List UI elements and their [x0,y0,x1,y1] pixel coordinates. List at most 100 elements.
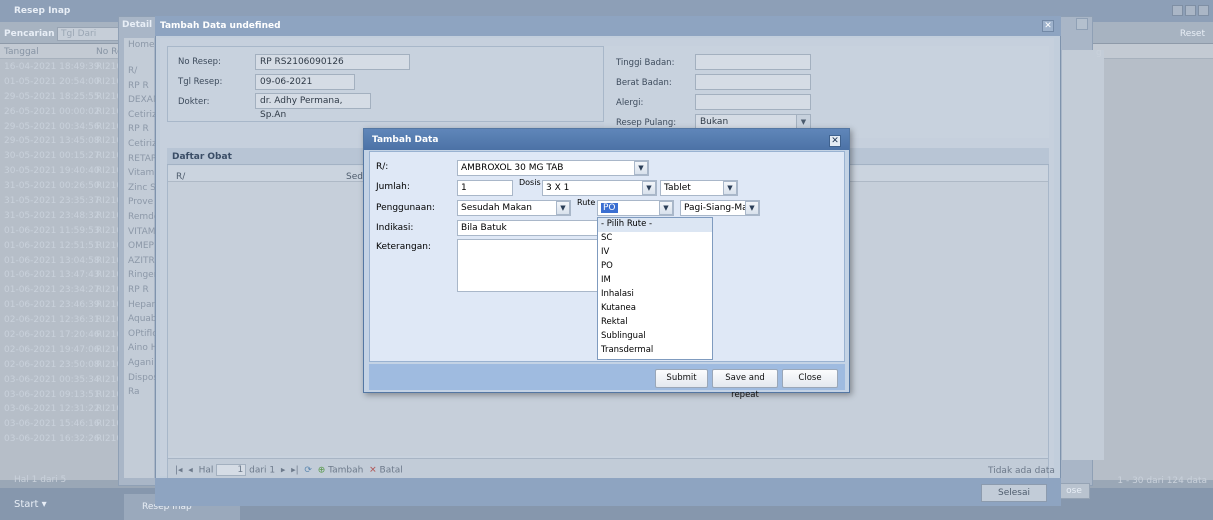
page-number-input[interactable]: 1 [216,464,247,476]
detail-list-item[interactable]: Aino H [128,343,158,353]
first-page-icon[interactable]: |◂ [175,466,183,476]
penggunaan-select[interactable]: Sesudah Makan [457,200,571,216]
table-row[interactable]: 01-06-2021 11:59:53RI210 [0,224,122,239]
selesai-button[interactable]: Selesai [981,484,1047,502]
batal-button[interactable]: ✕ Batal [369,466,403,476]
table-row[interactable]: 02-06-2021 19:47:06RI210 [0,343,122,358]
close-button[interactable]: Close [782,369,838,388]
detail-list-item[interactable]: Ra [128,387,140,397]
table-row[interactable]: 02-06-2021 12:36:31RI210 [0,313,122,328]
chevron-down-icon[interactable]: ▼ [642,181,656,195]
minimize-icon[interactable] [1172,5,1183,16]
tambah-data-footer [155,478,1061,506]
keterangan-textarea[interactable] [457,239,599,292]
table-row[interactable]: 01-06-2021 12:51:51RI210 [0,239,122,254]
penggunaan-label: Penggunaan: [376,203,435,213]
berat-badan-label: Berat Badan: [616,78,672,88]
tinggi-badan-field[interactable] [695,54,811,70]
table-row[interactable]: 01-06-2021 23:34:27RI210 [0,283,122,298]
start-button[interactable]: Start ▾ [10,496,72,514]
rute-option[interactable]: SC [598,232,712,246]
table-row[interactable]: 01-05-2021 20:54:00RI210 [0,75,122,90]
rute-option[interactable]: IV [598,246,712,260]
rute-option[interactable]: PO [598,260,712,274]
detail-list-item[interactable]: VITAMI [128,227,158,237]
table-row[interactable]: 02-06-2021 17:20:46RI210 [0,328,122,343]
rute-label: Rute [577,198,596,207]
detail-list-item[interactable]: RP R [128,81,149,91]
table-row[interactable]: 26-05-2021 00:00:02RI210 [0,105,122,120]
detail-list-item[interactable]: Ringer [128,270,157,280]
save-and-repeat-button[interactable]: Save and repeat [712,369,778,400]
last-page-icon[interactable]: ▸| [291,466,299,476]
reset-button[interactable]: Reset [1180,29,1205,39]
column-r[interactable]: R/ [176,172,185,182]
detail-tab-home[interactable]: Home [128,40,155,50]
rute-option[interactable]: Inhalasi [598,288,712,302]
detail-list-item[interactable]: OMEP [128,241,154,251]
chevron-down-icon[interactable]: ▼ [659,201,673,215]
table-row[interactable]: 03-06-2021 16:32:26RI210 [0,432,122,447]
alergi-field[interactable] [695,94,811,110]
close-icon[interactable] [1198,5,1209,16]
detail-list-item[interactable]: RP R [128,285,149,295]
detail-close-icon[interactable] [1076,18,1088,30]
refresh-icon[interactable]: ⟳ [304,466,312,476]
detail-list-item[interactable]: Cetiriz [128,110,157,120]
jumlah-label: Jumlah: [376,182,410,192]
rute-option[interactable]: IM [598,274,712,288]
rute-option[interactable]: Sublingual [598,330,712,344]
rute-option[interactable]: Rektal [598,316,712,330]
detail-list-item[interactable]: R/ [128,66,137,76]
table-row[interactable]: 02-06-2021 23:50:08RI210 [0,358,122,373]
detail-list-item[interactable]: Cetiriz [128,139,157,149]
table-row[interactable]: 30-05-2021 00:15:27RI210 [0,149,122,164]
delete-icon: ✕ [369,465,377,476]
chevron-down-icon[interactable]: ▼ [796,115,810,129]
dosis-select[interactable]: 3 X 1 [542,180,657,196]
table-row[interactable]: 31-05-2021 23:48:32RI210 [0,209,122,224]
resep-pulang-value: Bukan [700,117,729,127]
maximize-icon[interactable] [1185,5,1196,16]
chevron-down-icon[interactable]: ▼ [745,201,759,215]
detail-list-item[interactable]: Dispos [128,373,158,383]
table-row[interactable]: 01-06-2021 23:46:39RI210 [0,298,122,313]
tambah-button[interactable]: ⊕ Tambah [318,466,364,476]
modal-close-icon[interactable]: ✕ [829,135,841,147]
table-row[interactable]: 31-05-2021 23:35:37RI210 [0,194,122,209]
r-select[interactable]: AMBROXOL 30 MG TAB [457,160,649,176]
table-row[interactable]: 03-06-2021 12:31:22RI210 [0,402,122,417]
rute-option[interactable]: - Pilih Rute - [598,218,712,232]
dokter-field[interactable]: dr. Adhy Permana, Sp.An [255,93,371,120]
table-row[interactable]: 03-06-2021 00:35:34RI210 [0,373,122,388]
indikasi-input[interactable]: Bila Batuk [457,220,599,236]
table-row[interactable]: 29-05-2021 00:34:56RI210 [0,120,122,135]
window-close-icon[interactable]: ✕ [1042,20,1054,32]
jumlah-input[interactable]: 1 [457,180,513,196]
submit-button[interactable]: Submit [655,369,708,388]
detail-close-button[interactable]: ose [1058,483,1090,499]
chevron-down-icon[interactable]: ▼ [634,161,648,175]
detail-list-item[interactable]: OPtiflo [128,329,158,339]
no-resep-field[interactable]: RP RS2106090126 [255,54,410,70]
rute-option[interactable]: Kutanea [598,302,712,316]
table-row[interactable]: 01-06-2021 13:47:43RI210 [0,268,122,283]
table-row[interactable]: 16-04-2021 18:49:39RI210 [0,60,122,75]
chevron-down-icon[interactable]: ▼ [723,181,737,195]
table-row[interactable]: 29-05-2021 18:25:55RI210 [0,90,122,105]
prev-page-icon[interactable]: ◂ [188,466,193,476]
table-row[interactable]: 31-05-2021 00:26:50RI210 [0,179,122,194]
table-row[interactable]: 01-06-2021 13:04:58RI210 [0,254,122,269]
berat-badan-field[interactable] [695,74,811,90]
chevron-down-icon[interactable]: ▼ [556,201,570,215]
rute-option[interactable]: Transdermal [598,344,712,358]
table-row[interactable]: 03-06-2021 09:13:51RI210 [0,388,122,403]
detail-list-item[interactable]: RETAP [128,154,156,164]
tgl-resep-field[interactable]: 09-06-2021 [255,74,355,90]
table-row[interactable]: 30-05-2021 19:40:40RI210 [0,164,122,179]
next-page-icon[interactable]: ▸ [281,466,286,476]
detail-list-item[interactable]: RP R [128,124,149,134]
table-row[interactable]: 03-06-2021 15:46:16RI210 [0,417,122,432]
column-tanggal[interactable]: Tanggal [4,47,39,57]
table-row[interactable]: 29-05-2021 13:45:08RI210 [0,134,122,149]
